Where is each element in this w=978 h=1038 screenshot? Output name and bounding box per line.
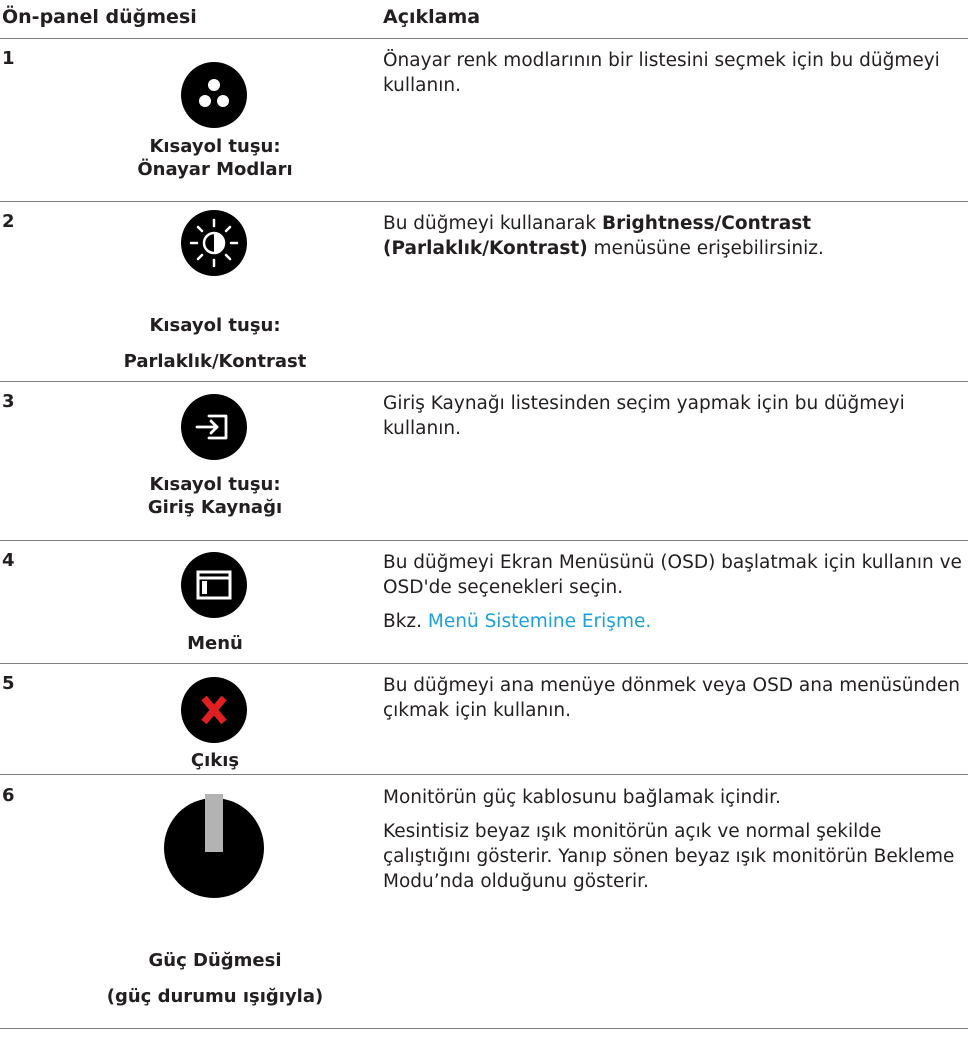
row-description: Giriş Kaynağı listesinden seçim yapmak i… [383, 393, 905, 439]
button-label: Kısayol tuşu: Önayar Modları [137, 136, 293, 180]
button-table: Ön-panel düğmesi Açıklama 1 Kısayol tuşu… [0, 0, 978, 1038]
row-description: Bu düğmeyi ana menüye dönmek veya OSD an… [383, 675, 961, 721]
row-divider [0, 201, 968, 202]
row-number: 1 [2, 48, 15, 69]
row-description: Monitörün güç kablosunu bağlamak içindir… [383, 787, 955, 892]
row-number: 2 [2, 211, 15, 232]
row-description: Önayar renk modlarının bir listesini seç… [383, 50, 940, 96]
row-description: Bu düğmeyi kullanarak Brightness/Contras… [383, 213, 824, 259]
row-divider [0, 540, 968, 541]
menu-system-link[interactable]: Menü Sistemine Erişme. [428, 611, 651, 632]
row-number: 3 [2, 391, 15, 412]
brightness-contrast-icon[interactable] [177, 206, 251, 280]
header-description: Açıklama [383, 6, 481, 28]
table-bottom-rule [0, 1028, 968, 1029]
button-label: Kısayol tuşu: Parlaklık/Kontrast [123, 315, 307, 372]
button-label: Çıkış [190, 750, 240, 771]
row-number: 4 [2, 550, 15, 571]
input-source-icon[interactable] [177, 390, 251, 464]
exit-icon[interactable] [177, 673, 251, 747]
menu-icon[interactable] [177, 548, 251, 622]
power-button-icon[interactable] [159, 790, 269, 900]
header-front-panel-button: Ön-panel düğmesi [2, 6, 197, 28]
button-label: Menü [187, 633, 243, 654]
row-divider [0, 381, 968, 382]
row-number: 5 [2, 673, 15, 694]
row-description: Bu düğmeyi Ekran Menüsünü (OSD) başlatma… [383, 552, 962, 632]
row-number: 6 [2, 785, 15, 806]
header-divider [0, 38, 968, 39]
row-divider [0, 774, 968, 775]
preset-modes-icon[interactable] [177, 58, 251, 132]
button-label: Güç Düğmesi (güç durumu ışığıyla) [106, 950, 324, 1007]
button-label: Kısayol tuşu: Giriş Kaynağı [147, 474, 283, 518]
row-divider [0, 663, 968, 664]
